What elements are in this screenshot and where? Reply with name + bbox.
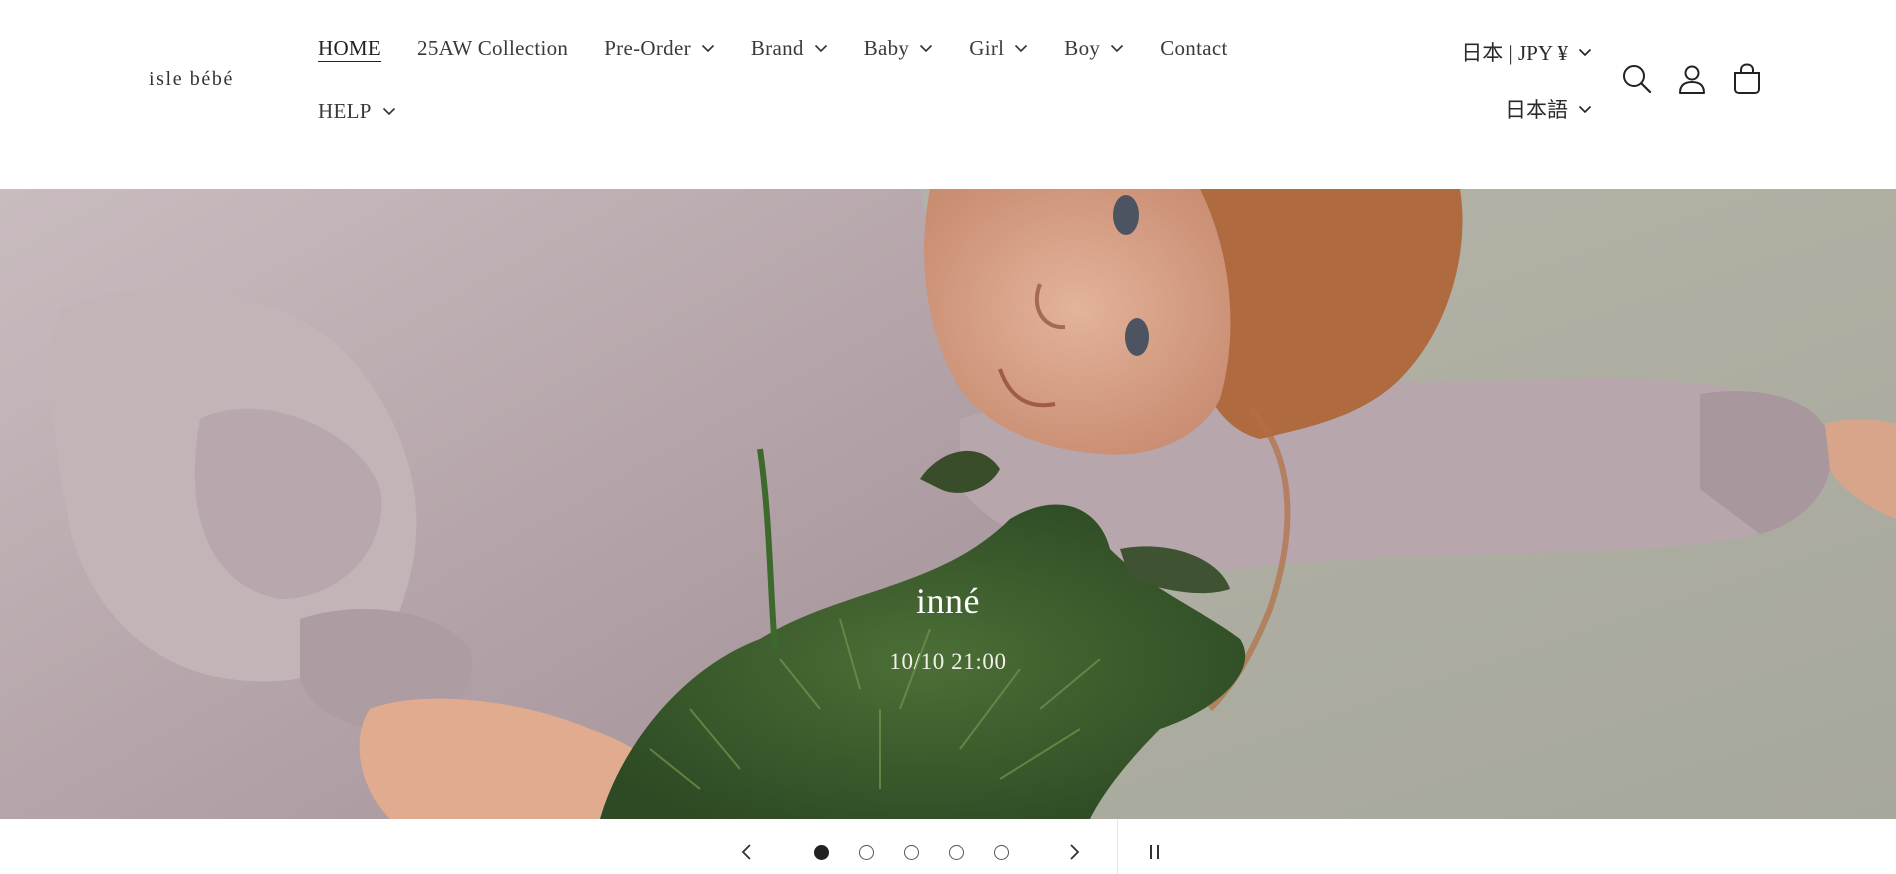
language-selector-label: 日本語 xyxy=(1505,98,1568,122)
nav-item-help[interactable]: HELP xyxy=(318,99,396,124)
chevron-down-icon xyxy=(382,106,396,116)
nav-item-boy[interactable]: Boy xyxy=(1064,36,1124,61)
hero-title: inné xyxy=(916,581,980,621)
chevron-down-icon xyxy=(919,43,933,53)
hero-image xyxy=(0,189,1896,819)
nav-item-label: Brand xyxy=(750,35,804,60)
site-header: isle bébé HOME 25AW Collection Pre-Order… xyxy=(0,0,1896,189)
chevron-left-icon xyxy=(741,844,751,860)
nav-item-home[interactable]: HOME xyxy=(318,36,381,61)
nav-item-contact[interactable]: Contact xyxy=(1160,36,1227,61)
nav-item-label: Boy xyxy=(1064,35,1101,60)
hero-slideshow: inné 10/10 21:00 xyxy=(0,189,1896,819)
slide-dot-1[interactable] xyxy=(814,845,829,860)
controls-divider xyxy=(1117,819,1118,874)
chevron-down-icon xyxy=(814,43,828,53)
nav-item-label: 25AW Collection xyxy=(417,35,569,60)
site-logo[interactable]: isle bébé xyxy=(149,68,234,91)
slide-dot-4[interactable] xyxy=(949,845,964,860)
search-button[interactable] xyxy=(1620,62,1654,96)
nav-item-girl[interactable]: Girl xyxy=(969,36,1028,61)
nav-item-brand[interactable]: Brand xyxy=(751,36,828,61)
cart-icon xyxy=(1734,63,1760,94)
slide-dot-2[interactable] xyxy=(859,845,874,860)
nav-item-label: Baby xyxy=(863,35,910,60)
nav-item-25aw-collection[interactable]: 25AW Collection xyxy=(417,36,568,61)
country-selector[interactable]: 日本 | JPY ¥ xyxy=(1461,37,1592,67)
language-selector[interactable]: 日本語 xyxy=(1505,94,1592,124)
account-button[interactable] xyxy=(1675,62,1709,96)
chevron-down-icon xyxy=(701,43,715,53)
slide-dot-5[interactable] xyxy=(994,845,1009,860)
slide-dot-3[interactable] xyxy=(904,845,919,860)
nav-item-label: Girl xyxy=(969,35,1005,60)
country-selector-label: 日本 | JPY ¥ xyxy=(1461,41,1568,65)
nav-item-pre-order[interactable]: Pre-Order xyxy=(604,36,715,61)
pause-slideshow-button[interactable] xyxy=(1146,842,1164,862)
chevron-down-icon xyxy=(1110,43,1124,53)
main-nav-row-2: HELP xyxy=(318,97,432,125)
cart-button[interactable] xyxy=(1730,62,1764,96)
chevron-down-icon xyxy=(1014,43,1028,53)
chevron-right-icon xyxy=(1070,844,1080,860)
pause-icon xyxy=(1150,845,1159,859)
main-nav-row-1: HOME 25AW Collection Pre-Order Brand Bab… xyxy=(318,34,1264,62)
nav-item-label: Pre-Order xyxy=(604,35,691,60)
chevron-down-icon xyxy=(1578,104,1592,114)
account-icon xyxy=(1679,65,1705,94)
nav-item-label: HELP xyxy=(318,98,372,123)
nav-item-baby[interactable]: Baby xyxy=(864,36,934,61)
next-slide-button[interactable] xyxy=(1063,841,1085,863)
previous-slide-button[interactable] xyxy=(736,841,758,863)
nav-item-label: HOME xyxy=(318,35,382,60)
search-icon xyxy=(1623,65,1652,94)
slider-controls xyxy=(0,819,1896,874)
hero-subtitle: 10/10 21:00 xyxy=(889,649,1007,674)
nav-item-label: Contact xyxy=(1160,35,1228,60)
chevron-down-icon xyxy=(1578,47,1592,57)
